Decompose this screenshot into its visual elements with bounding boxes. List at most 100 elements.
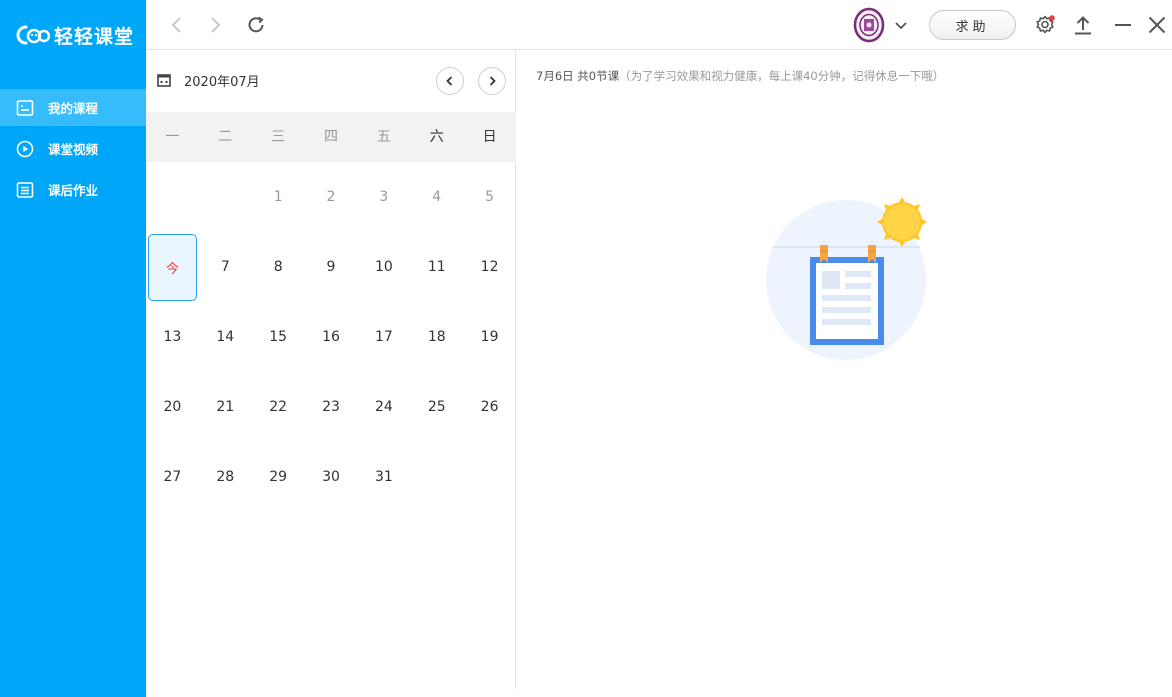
calendar-day[interactable]: 26: [463, 372, 516, 442]
calendar-day[interactable]: 17: [357, 302, 410, 372]
sidebar-item-label: 课后作业: [48, 183, 99, 198]
calendar-day[interactable]: 28: [199, 442, 252, 512]
calendar-day[interactable]: 20: [146, 372, 199, 442]
calendar-day-empty: [146, 162, 199, 232]
sidebar-item-homework[interactable]: 课后作业: [0, 171, 146, 208]
minimize-button[interactable]: [1110, 12, 1136, 38]
document-icon: [810, 245, 884, 345]
calendar-week: 1 2 3 4 5: [146, 162, 516, 232]
avatar[interactable]: [852, 6, 886, 44]
calendar-day-empty: [410, 442, 463, 512]
empty-schedule-illustration: [766, 197, 927, 360]
play-circle-icon: [16, 140, 34, 158]
app-logo: 轻轻课堂: [14, 22, 134, 48]
back-button[interactable]: [164, 12, 190, 38]
calendar-week: 20 21 22 23 24 25 26: [146, 372, 516, 442]
settings-button[interactable]: [1032, 12, 1058, 38]
chevron-right-icon: [489, 76, 496, 86]
calendar-week: 13 14 15 16 17 18 19: [146, 302, 516, 372]
notification-dot: [1049, 15, 1055, 21]
upload-icon: [1075, 16, 1091, 35]
upload-button[interactable]: [1070, 12, 1096, 38]
avatar-image: [853, 7, 885, 43]
calendar-week: 今 7 8 9 10 11 12: [146, 232, 516, 302]
sidebar-item-class-videos[interactable]: 课堂视频: [0, 130, 146, 167]
calendar-day[interactable]: 27: [146, 442, 199, 512]
sun-icon: [877, 197, 927, 247]
calendar-month-label: 2020年07月: [184, 75, 260, 90]
schedule-panel: 7月6日 共0节课（为了学习效果和视力健康，每上课40分钟，记得休息一下哦）: [516, 50, 1172, 689]
calendar-day[interactable]: 30: [305, 442, 358, 512]
prev-month-button[interactable]: [436, 67, 464, 95]
chevron-right-icon: [211, 17, 221, 33]
minimize-icon: [1115, 24, 1131, 26]
calendar-grid: 1 2 3 4 5 今 7 8 9 10 11 12 13 14 15 16 1…: [146, 162, 516, 512]
calendar-day[interactable]: 15: [252, 302, 305, 372]
calendar-day[interactable]: 5: [463, 162, 516, 232]
calendar-week: 27 28 29 30 31: [146, 442, 516, 512]
calendar-day[interactable]: 16: [305, 302, 358, 372]
calendar-day[interactable]: 9: [305, 232, 358, 302]
calendar-day[interactable]: 25: [410, 372, 463, 442]
sidebar-item-label: 我的课程: [48, 101, 99, 116]
top-toolbar: 求助: [146, 0, 1172, 50]
app-window: 轻轻课堂 我的课程 课堂视频 课后作业 求助 2020年07月 一 二 三 四 …: [0, 0, 1172, 697]
weekday-header: 一 二 三 四 五 六 日: [146, 112, 516, 162]
calendar-day[interactable]: 22: [252, 372, 305, 442]
calendar-day-empty: [463, 442, 516, 512]
sidebar-item-label: 课堂视频: [48, 142, 99, 157]
weekday-label: 三: [271, 129, 286, 145]
weekday-label: 五: [376, 129, 391, 145]
calendar-panel: 2020年07月 一 二 三 四 五 六 日 1 2 3 4 5 今 7 8 9…: [146, 50, 516, 689]
date-summary: 7月6日 共0节课: [536, 69, 620, 83]
weekday-label: 一: [165, 129, 180, 145]
calendar-header: 2020年07月: [146, 50, 516, 112]
logo-icon: [16, 25, 50, 45]
refresh-icon: [248, 16, 264, 33]
calendar-day[interactable]: 2: [305, 162, 358, 232]
calendar-day[interactable]: 4: [410, 162, 463, 232]
calendar-icon: [157, 74, 171, 87]
calendar-day[interactable]: 10: [357, 232, 410, 302]
close-icon: [1148, 16, 1166, 34]
calendar-day[interactable]: 23: [305, 372, 358, 442]
sidebar-item-my-courses[interactable]: 我的课程: [0, 89, 146, 126]
calendar-day[interactable]: 11: [410, 232, 463, 302]
app-name: 轻轻课堂: [54, 25, 135, 48]
schedule-summary: 7月6日 共0节课（为了学习效果和视力健康，每上课40分钟，记得休息一下哦）: [536, 68, 944, 84]
today-label: 今: [165, 261, 179, 277]
calendar-day[interactable]: 7: [199, 232, 252, 302]
homework-icon: [16, 181, 34, 199]
forward-button[interactable]: [202, 12, 228, 38]
refresh-button[interactable]: [243, 12, 269, 38]
calendar-day[interactable]: 29: [252, 442, 305, 512]
rest-hint: （为了学习效果和视力健康，每上课40分钟，记得休息一下哦）: [619, 69, 945, 83]
calendar-day[interactable]: 8: [252, 232, 305, 302]
sidebar-nav: 我的课程 课堂视频 课后作业: [0, 89, 146, 212]
weekday-label: 二: [218, 129, 233, 145]
chevron-down-icon[interactable]: [892, 16, 910, 34]
calendar-day-empty: [199, 162, 252, 232]
weekday-label: 四: [324, 129, 338, 145]
gear-icon: [1036, 15, 1055, 34]
calendar-day[interactable]: 3: [357, 162, 410, 232]
next-month-button[interactable]: [478, 67, 506, 95]
chevron-left-icon: [446, 76, 453, 86]
calendar-day[interactable]: 24: [357, 372, 410, 442]
calendar-day[interactable]: 14: [199, 302, 252, 372]
sidebar: 轻轻课堂 我的课程 课堂视频 课后作业: [0, 0, 146, 697]
calendar-day[interactable]: 31: [357, 442, 410, 512]
calendar-day[interactable]: 1: [252, 162, 305, 232]
weekday-label: 六: [429, 129, 444, 145]
help-button[interactable]: 求助: [929, 10, 1016, 40]
close-button[interactable]: [1144, 12, 1170, 38]
calendar-day-today[interactable]: 今: [146, 232, 199, 302]
chevron-left-icon: [171, 17, 181, 33]
calendar-day[interactable]: 13: [146, 302, 199, 372]
calendar-day[interactable]: 21: [199, 372, 252, 442]
calendar-day[interactable]: 18: [410, 302, 463, 372]
course-list-icon: [16, 99, 34, 117]
calendar-day[interactable]: 19: [463, 302, 516, 372]
weekday-label: 日: [482, 129, 497, 145]
calendar-day[interactable]: 12: [463, 232, 516, 302]
